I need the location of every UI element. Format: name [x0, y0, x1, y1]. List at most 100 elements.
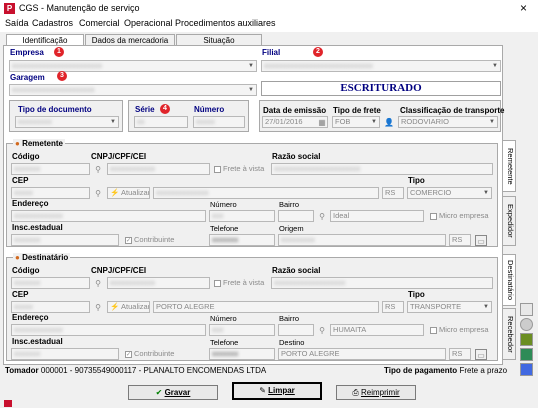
- destinatario-atualizar-button[interactable]: ⚡ Atualizar: [107, 301, 150, 313]
- destinatario-contribuinte-text: Contribuinte: [134, 349, 175, 358]
- remetente-frete-vista[interactable]: Frete à vista: [214, 164, 264, 173]
- destinatario-cnpj-label: CNPJ/CPF/CEI: [91, 266, 147, 275]
- remetente-bairro-input[interactable]: Ideal: [330, 210, 424, 222]
- destinatario-cnpj-input[interactable]: xxxxxxxxxxxx: [107, 277, 210, 289]
- limpar-button[interactable]: ✎ Limpar: [232, 382, 322, 400]
- menu-operacional[interactable]: Operacional: [124, 18, 173, 28]
- binoculars-icon[interactable]: ⚲: [92, 164, 104, 175]
- destinatario-bairro-code[interactable]: [278, 324, 314, 336]
- destinatario-cep-input[interactable]: xxxxx: [11, 301, 90, 313]
- destinatario-destino-label: Destino: [279, 338, 305, 347]
- side-tab-remetente[interactable]: Remetente: [502, 140, 516, 192]
- numero-input[interactable]: xxxxx: [193, 116, 245, 128]
- destinatario-insc-input[interactable]: xxxxxxx: [11, 348, 119, 360]
- destinatario-contribuinte[interactable]: ✓ Contribuinte: [125, 349, 174, 358]
- checkbox-icon: ✓: [125, 350, 132, 358]
- binoculars-icon[interactable]: ⚲: [92, 188, 104, 199]
- destinatario-razao-input[interactable]: xxxxxxxxxxxxxxxxxxx: [271, 277, 493, 289]
- chevron-down-icon: ▼: [492, 63, 498, 69]
- destinatario-bairro-label: Bairro: [279, 314, 300, 323]
- card-icon[interactable]: ▭: [475, 235, 487, 246]
- card-icon[interactable]: ▭: [475, 349, 487, 360]
- remetente-codigo-input[interactable]: xxxxxxx: [11, 163, 90, 175]
- document-icon[interactable]: [520, 303, 533, 316]
- side-tab-recebedor[interactable]: Recebedor: [502, 308, 516, 360]
- chart-icon[interactable]: [520, 348, 533, 361]
- circle-icon[interactable]: [520, 318, 533, 331]
- binoculars-icon[interactable]: ⚲: [316, 211, 328, 222]
- destinatario-numero-input[interactable]: xxx: [209, 324, 275, 336]
- app-icon: P: [4, 3, 15, 14]
- classificacao-label: Classificação de transporte: [400, 106, 505, 115]
- filial-select[interactable]: xxxxxxxxxxxxxxxxxxxxxxxxxxxxx ▼: [261, 60, 501, 72]
- tomador: Tomador 000001 - 90735549000117 - PLANAL…: [5, 366, 266, 375]
- pagamento: Tipo de pagamento Frete a prazo: [384, 366, 507, 375]
- checkbox-icon: [430, 212, 437, 220]
- destinatario-title-text: Destinatário: [22, 253, 69, 262]
- remetente-endereco-input[interactable]: xxxxxxxxxxxxx: [11, 210, 206, 222]
- remetente-cep-input[interactable]: xxxxx: [11, 187, 90, 199]
- destinatario-frete-vista[interactable]: Frete à vista: [214, 278, 264, 287]
- destinatario-micro-empresa[interactable]: Micro empresa: [430, 325, 489, 334]
- destinatario-endereco-input[interactable]: xxxxxxxxxxxxx: [11, 324, 206, 336]
- tipo-frete-select[interactable]: FOB ▼: [332, 116, 380, 128]
- remetente-bairro-code[interactable]: [278, 210, 314, 222]
- destinatario-destino-uf[interactable]: RS: [449, 348, 471, 360]
- menu-procedimentos[interactable]: Procedimentos auxiliares: [175, 18, 276, 28]
- destinatario-uf-input[interactable]: RS: [382, 301, 404, 313]
- destinatario-tipo-value: TRANSPORTE: [410, 302, 462, 311]
- binoculars-icon[interactable]: ⚲: [92, 302, 104, 313]
- side-tab-destinatario[interactable]: Destinatário: [502, 254, 516, 306]
- remetente-tipo-select[interactable]: COMERCIO ▼: [407, 187, 492, 199]
- menu-saida[interactable]: Saída: [5, 18, 29, 28]
- edit-icon[interactable]: [520, 363, 533, 376]
- calendar-icon[interactable]: ▦: [316, 117, 328, 128]
- filial-label: Filial: [262, 48, 281, 57]
- remetente-telefone-input[interactable]: xxxxxxx: [209, 234, 275, 246]
- remetente-micro-empresa[interactable]: Micro empresa: [430, 211, 489, 220]
- remetente-atualizar-button[interactable]: ⚡ Atualizar: [107, 187, 150, 199]
- reimprimir-button[interactable]: ⎙ Reimprimir: [336, 385, 416, 400]
- destinatario-tipo-select[interactable]: TRANSPORTE ▼: [407, 301, 492, 313]
- destinatario-bairro-input[interactable]: HUMAITA: [330, 324, 424, 336]
- side-tab-expedidor[interactable]: Expedidor: [502, 196, 516, 246]
- destinatario-codigo-input[interactable]: xxxxxxx: [11, 277, 90, 289]
- menu-cadastros[interactable]: Cadastros: [32, 18, 73, 28]
- remetente-razao-input[interactable]: xxxxxxxxxxxxxxxxxxxxxxx: [271, 163, 493, 175]
- remetente-origem-uf[interactable]: RS: [449, 234, 471, 246]
- destinatario-telefone-input[interactable]: xxxxxxx: [209, 348, 275, 360]
- gravar-button[interactable]: ✔ Gravar: [128, 385, 218, 400]
- close-icon[interactable]: ×: [520, 1, 527, 15]
- serie-input[interactable]: xx: [134, 116, 188, 128]
- remetente-origem-input[interactable]: xxxxxxxxx: [278, 234, 446, 246]
- remetente-cidade-input[interactable]: xxxxxxxxxxxxxx: [153, 187, 379, 199]
- badge-4: 4: [160, 104, 170, 114]
- remetente-bairro-label: Bairro: [279, 200, 300, 209]
- remetente-cnpj-input[interactable]: xxxxxxxxxxxx: [107, 163, 210, 175]
- empresa-select[interactable]: xxxxxxxxxxxxxxxxxxxxxxxx ▼: [9, 60, 257, 72]
- chevron-down-icon: ▼: [110, 119, 116, 125]
- person-icon: ●: [15, 253, 20, 262]
- classificacao-select[interactable]: RODOVIARIO ▼: [398, 116, 498, 128]
- menu-comercial[interactable]: Comercial: [79, 18, 120, 28]
- destinatario-destino-input[interactable]: PORTO ALEGRE: [278, 348, 446, 360]
- binoculars-icon[interactable]: ⚲: [316, 325, 328, 336]
- destinatario-cidade-input[interactable]: PORTO ALEGRE: [153, 301, 379, 313]
- binoculars-icon[interactable]: ⚲: [92, 278, 104, 289]
- remetente-contribuinte-text: Contribuinte: [134, 235, 175, 244]
- person-icon: ●: [15, 139, 20, 148]
- remetente-numero-input[interactable]: xxx: [209, 210, 275, 222]
- remetente-uf-input[interactable]: RS: [382, 187, 404, 199]
- status-icon: [4, 400, 12, 407]
- destinatario-insc-label: Insc.estadual: [12, 337, 63, 346]
- destinatario-telefone-label: Telefone: [210, 338, 239, 347]
- person-icon[interactable]: 👤: [383, 117, 395, 128]
- remetente-cnpj-label: CNPJ/CPF/CEI: [91, 152, 147, 161]
- garagem-select[interactable]: xxxxxxxxxxxxxxxxxxxxxx ▼: [9, 84, 257, 96]
- truck-icon[interactable]: [520, 333, 533, 346]
- tipo-documento-select[interactable]: xxxxxxxxx ▼: [15, 116, 119, 128]
- remetente-insc-input[interactable]: xxxxxxx: [11, 234, 119, 246]
- remetente-razao-label: Razão social: [272, 152, 321, 161]
- tomador-label: Tomador: [5, 366, 39, 375]
- remetente-contribuinte[interactable]: ✓ Contribuinte: [125, 235, 174, 244]
